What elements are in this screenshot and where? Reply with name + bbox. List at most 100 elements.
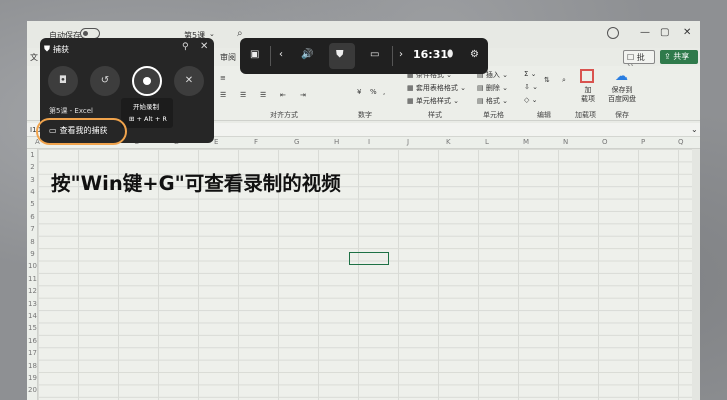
mic-toggle-button[interactable]: ✕ xyxy=(174,66,204,96)
column-header[interactable]: G xyxy=(294,138,299,146)
percent-button[interactable]: % xyxy=(370,88,377,96)
sum-icon[interactable]: Σ ⌄ xyxy=(524,70,537,78)
minimize-button[interactable]: — xyxy=(640,27,650,38)
menu-review[interactable]: 审阅 xyxy=(220,52,236,63)
chevron-left-icon[interactable]: ‹ xyxy=(279,49,283,60)
align-right-icon[interactable]: ☰ xyxy=(260,91,266,99)
baidu-cloud-icon[interactable]: ☁ xyxy=(615,69,629,84)
column-header[interactable]: H xyxy=(334,138,339,146)
format-button[interactable]: ▤ 格式 ⌄ xyxy=(477,96,508,106)
maximize-button[interactable]: ▢ xyxy=(660,27,669,38)
row-header[interactable]: 19 xyxy=(27,374,38,382)
comma-icon[interactable]: , xyxy=(383,88,385,96)
cell-styles-label: 单元格样式 xyxy=(415,97,451,105)
search-icon[interactable]: ⌕ xyxy=(237,28,243,39)
align-left-icon[interactable]: ☰ xyxy=(220,91,226,99)
cell-styles[interactable]: ▦ 单元格样式 ⌄ xyxy=(407,96,459,106)
performance-icon[interactable]: ▭ xyxy=(370,49,379,60)
menu-file[interactable]: 文 xyxy=(30,52,38,63)
row-header[interactable]: 20 xyxy=(27,386,38,394)
insert-label: 插入 xyxy=(485,71,500,79)
mouse-icon[interactable]: ⬮ xyxy=(447,49,453,60)
row-header[interactable]: 15 xyxy=(27,324,38,332)
row-header[interactable]: 12 xyxy=(27,287,38,295)
addins-label-line1: 加 xyxy=(584,86,592,94)
row-header[interactable]: 13 xyxy=(27,300,38,308)
align-center-icon[interactable]: ☰ xyxy=(240,91,246,99)
row-header[interactable]: 11 xyxy=(27,275,38,283)
save-to-cloud-button[interactable]: 保存到 百度网盘 xyxy=(605,86,639,104)
align-top-icon[interactable]: ≡ xyxy=(220,74,226,82)
column-header[interactable]: F xyxy=(254,138,258,146)
account-icon[interactable] xyxy=(607,27,619,39)
column-header[interactable]: Q xyxy=(678,138,684,146)
share-button[interactable]: ⇪ 共享 xyxy=(660,50,698,64)
find-icon[interactable]: ⌕ xyxy=(562,76,566,85)
row-header[interactable]: 10 xyxy=(27,262,38,270)
row-header[interactable]: 9 xyxy=(27,250,38,258)
chevron-down-icon: ⌄ xyxy=(502,97,508,105)
row-header[interactable]: 18 xyxy=(27,362,38,370)
row-header[interactable]: 16 xyxy=(27,337,38,345)
capture-icon[interactable]: ⛊ xyxy=(336,49,344,60)
vertical-scrollbar[interactable] xyxy=(692,149,700,400)
table-format[interactable]: ▦ 套用表格格式 ⌄ xyxy=(407,83,466,93)
column-header[interactable]: I xyxy=(368,138,370,146)
chevron-down-icon[interactable]: ⌄ xyxy=(209,30,215,38)
gear-icon[interactable]: ⚙ xyxy=(470,49,479,60)
save-to-cloud-line1: 保存到 xyxy=(611,86,633,94)
clear-icon[interactable]: ◇ ⌄ xyxy=(524,96,537,104)
comment-button[interactable]: ☐ 批注 xyxy=(623,50,655,73)
chevron-right-icon[interactable]: › xyxy=(399,49,403,60)
row-header[interactable]: 17 xyxy=(27,349,38,357)
indent-icon[interactable]: ⇤ xyxy=(280,91,286,99)
fill-icon[interactable]: ⇩ ⌄ xyxy=(524,83,538,91)
mic-off-icon: ✕ xyxy=(184,75,194,86)
close-icon[interactable]: ✕ xyxy=(200,41,208,52)
delete-button[interactable]: ▤ 删除 ⌄ xyxy=(477,83,508,93)
row-header[interactable]: 6 xyxy=(27,213,38,221)
row-header[interactable]: 1 xyxy=(27,151,38,159)
share-label: 共享 xyxy=(673,52,690,61)
table-format-label: 套用表格格式 xyxy=(415,84,458,92)
close-button[interactable]: ✕ xyxy=(683,27,691,38)
game-bar-toolbar: ▣ ‹ 🔊 ⛊ ▭ › 16:31 ⬮ ⚙ xyxy=(240,38,488,74)
row-header[interactable]: 4 xyxy=(27,188,38,196)
column-header[interactable]: O xyxy=(602,138,608,146)
column-header[interactable]: J xyxy=(407,138,409,146)
widget-menu-icon[interactable]: ▣ xyxy=(250,49,259,60)
record-last-button[interactable]: ↺ xyxy=(90,66,120,96)
group-editing: 编辑 xyxy=(537,111,551,119)
clock: 16:31 xyxy=(413,48,449,61)
chevron-down-icon: ⌄ xyxy=(502,71,508,79)
row-header[interactable]: 5 xyxy=(27,200,38,208)
selected-cell[interactable] xyxy=(349,252,389,265)
column-header[interactable]: M xyxy=(523,138,529,146)
screenshot-button[interactable]: ◘ xyxy=(48,66,78,96)
row-header[interactable]: 3 xyxy=(27,176,38,184)
pin-icon[interactable]: ⚲ xyxy=(182,42,189,52)
camera-icon: ◘ xyxy=(59,75,67,86)
addins-icon[interactable] xyxy=(580,69,594,83)
group-styles: 样式 xyxy=(428,111,442,119)
capture-widget-icon: ⛊ xyxy=(44,44,50,53)
start-recording-button[interactable] xyxy=(132,66,162,96)
outdent-icon[interactable]: ⇥ xyxy=(300,91,306,99)
record-tooltip-title: 开始录制 xyxy=(133,103,159,111)
row-header[interactable]: 7 xyxy=(27,225,38,233)
column-header[interactable]: E xyxy=(214,138,218,146)
group-number: 数字 xyxy=(358,111,372,119)
audio-icon[interactable]: 🔊 xyxy=(301,49,313,60)
column-header[interactable]: N xyxy=(563,138,568,146)
addins-button-label[interactable]: 加载项 xyxy=(580,86,596,104)
row-header[interactable]: 2 xyxy=(27,163,38,171)
currency-icon[interactable]: ¥ xyxy=(357,88,361,96)
column-header[interactable]: K xyxy=(446,138,451,146)
sort-filter-icon[interactable]: ⇅ xyxy=(544,76,550,84)
column-header[interactable]: P xyxy=(641,138,645,146)
row-header[interactable]: 8 xyxy=(27,238,38,246)
row-header[interactable]: 14 xyxy=(27,312,38,320)
column-header[interactable]: L xyxy=(485,138,489,146)
chevron-down-icon: ⌄ xyxy=(453,97,459,105)
chevron-down-icon[interactable]: ⌄ xyxy=(691,125,698,134)
